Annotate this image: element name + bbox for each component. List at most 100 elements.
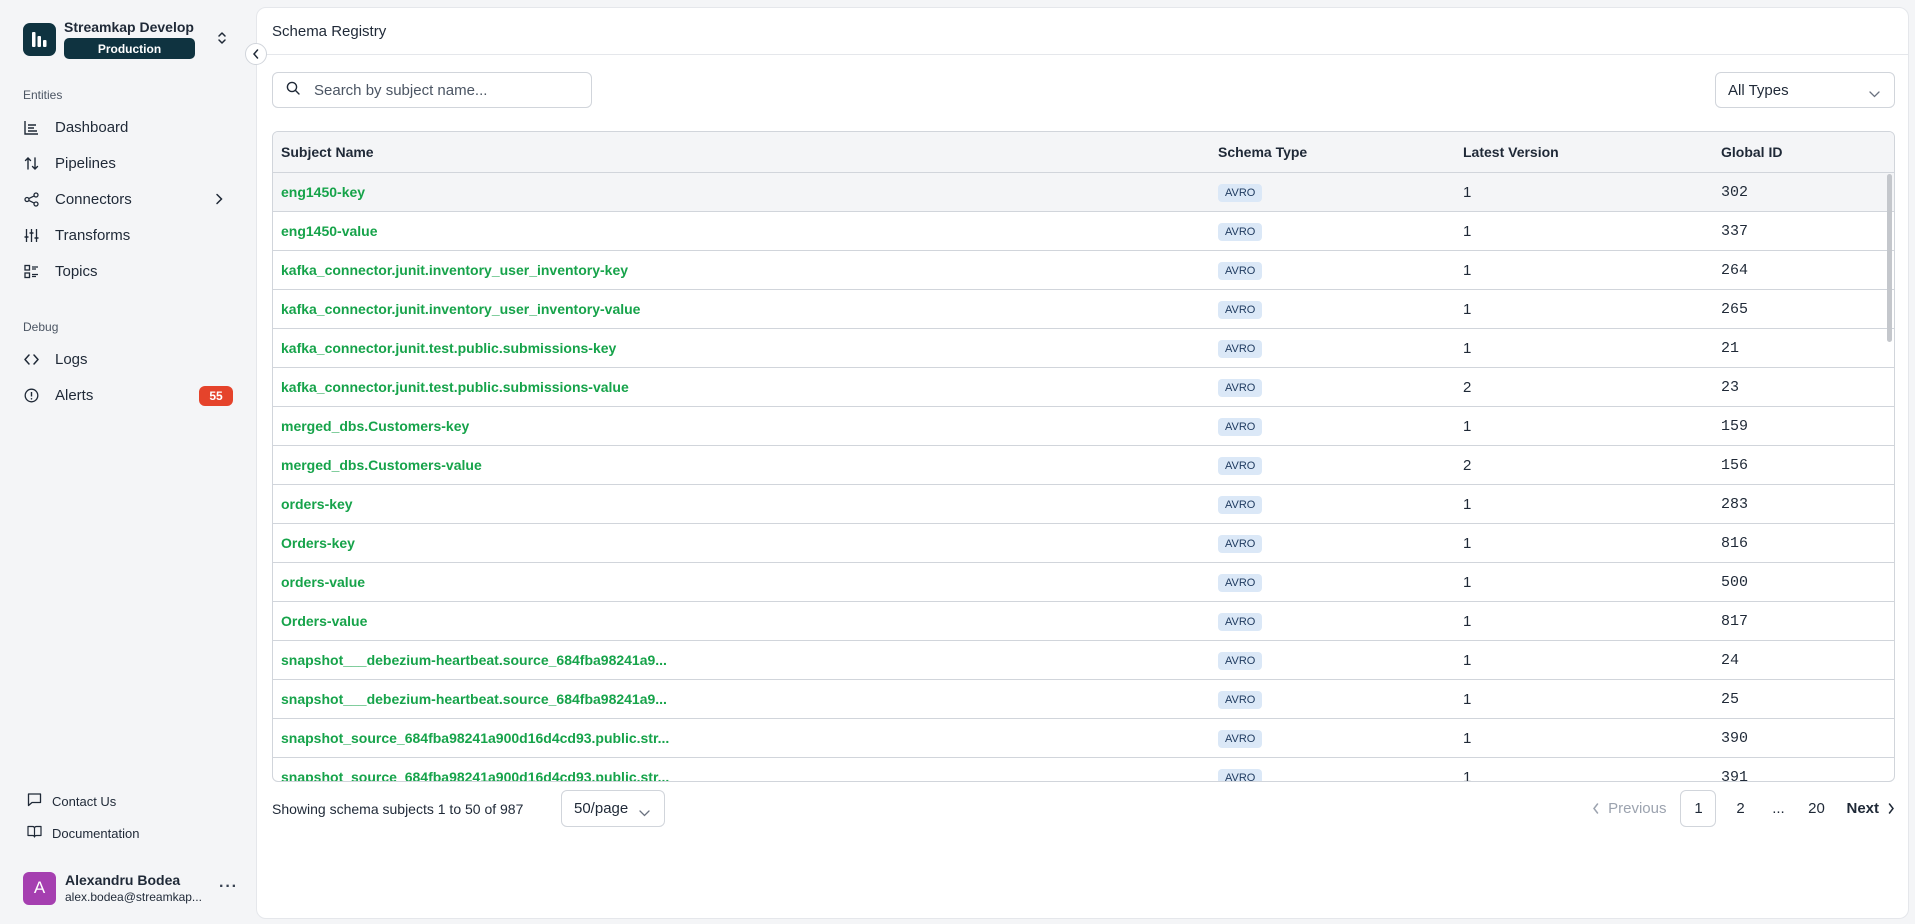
sidebar-item-label: Pipelines — [55, 154, 116, 172]
latest-version-cell: 1 — [1463, 534, 1472, 552]
per-page-select[interactable]: 50/page — [561, 790, 665, 827]
next-page-button[interactable]: Next — [1846, 790, 1895, 827]
chevron-left-icon — [1593, 803, 1599, 814]
more-icon[interactable]: ··· — [219, 878, 238, 896]
global-id-cell: 337 — [1721, 222, 1749, 240]
schema-type-badge: AVRO — [1218, 534, 1263, 553]
subject-name-link[interactable]: Orders-key — [281, 535, 355, 551]
sidebar-item-label: Transforms — [55, 226, 131, 244]
global-id-cell: 25 — [1721, 690, 1740, 708]
search-box[interactable] — [272, 72, 592, 108]
contact-us-link[interactable]: Contact Us — [27, 792, 116, 810]
subject-name-link[interactable]: orders-value — [281, 574, 365, 590]
sidebar-item-pipelines[interactable]: Pipelines — [23, 148, 233, 178]
table-row[interactable]: merged_dbs.Customers-key AVRO 1 159 — [273, 407, 1894, 446]
global-id-cell: 159 — [1721, 417, 1749, 435]
subject-name-link[interactable]: snapshot___debezium-heartbeat.source_684… — [281, 691, 667, 707]
chevron-down-icon — [1869, 85, 1880, 102]
schema-type-badge: AVRO — [1218, 495, 1263, 514]
page-ellipsis: ... — [1772, 800, 1785, 817]
schema-type-badge: AVRO — [1218, 183, 1263, 202]
sidebar-item-dashboard[interactable]: Dashboard — [23, 112, 233, 142]
latest-version-cell: 1 — [1463, 417, 1472, 435]
alerts-count-badge: 55 — [199, 386, 233, 406]
table-row[interactable]: kafka_connector.junit.test.public.submis… — [273, 368, 1894, 407]
schema-type-badge: AVRO — [1218, 222, 1263, 241]
table-row[interactable]: kafka_connector.junit.test.public.submis… — [273, 329, 1894, 368]
latest-version-cell: 1 — [1463, 300, 1472, 318]
latest-version-cell: 2 — [1463, 378, 1472, 396]
page-button-1[interactable]: 1 — [1680, 790, 1717, 827]
subject-name-link[interactable]: kafka_connector.junit.inventory_user_inv… — [281, 262, 628, 278]
arrows-updown-icon — [23, 155, 39, 171]
subject-name-link[interactable]: merged_dbs.Customers-key — [281, 418, 469, 434]
subject-name-link[interactable]: snapshot_source_684fba98241a900d16d4cd93… — [281, 730, 669, 746]
global-id-cell: 302 — [1721, 183, 1749, 201]
column-header-latest-version[interactable]: Latest Version — [1463, 144, 1721, 160]
column-header-schema-type[interactable]: Schema Type — [1218, 144, 1463, 160]
latest-version-cell: 1 — [1463, 222, 1472, 240]
table-row[interactable]: Orders-key AVRO 1 816 — [273, 524, 1894, 563]
pagination-bar: Showing schema subjects 1 to 50 of 987 5… — [272, 790, 1895, 828]
table-row[interactable]: Orders-value AVRO 1 817 — [273, 602, 1894, 641]
global-id-cell: 816 — [1721, 534, 1749, 552]
sidebar-item-label: Topics — [55, 262, 98, 280]
documentation-link[interactable]: Documentation — [27, 824, 139, 842]
subject-name-link[interactable]: kafka_connector.junit.test.public.submis… — [281, 379, 629, 395]
subject-name-link[interactable]: snapshot___debezium-heartbeat.source_684… — [281, 652, 667, 668]
alert-circle-icon — [23, 387, 39, 403]
sidebar: Streamkap Develop Production Entities Da… — [0, 0, 256, 924]
subject-name-link[interactable]: Orders-value — [281, 613, 367, 629]
table-scrollbar[interactable] — [1887, 174, 1892, 342]
previous-page-button[interactable]: Previous — [1592, 790, 1666, 827]
table-row[interactable]: merged_dbs.Customers-value AVRO 2 156 — [273, 446, 1894, 485]
sidebar-item-label: Dashboard — [55, 118, 129, 136]
chevron-right-icon[interactable] — [215, 192, 223, 209]
column-header-global-id[interactable]: Global ID — [1721, 144, 1894, 160]
page-button-2[interactable]: 2 — [1722, 790, 1758, 827]
subject-name-link[interactable]: kafka_connector.junit.inventory_user_inv… — [281, 301, 640, 317]
chevron-updown-icon[interactable] — [216, 30, 228, 51]
user-email: alex.bodea@streamkap... — [65, 889, 202, 904]
chevron-down-icon — [639, 804, 650, 821]
latest-version-cell: 1 — [1463, 690, 1472, 708]
main-panel: Schema Registry All Types Subject Name S… — [256, 7, 1909, 919]
schema-type-badge: AVRO — [1218, 729, 1263, 748]
org-switcher[interactable]: Streamkap Develop Production — [23, 19, 243, 59]
per-page-value: 50/page — [574, 800, 629, 817]
sidebar-item-label: Logs — [55, 350, 88, 368]
user-menu[interactable]: A Alexandru Bodea alex.bodea@streamkap..… — [23, 870, 238, 906]
sidebar-item-transforms[interactable]: Transforms — [23, 220, 233, 250]
latest-version-cell: 1 — [1463, 768, 1472, 782]
table-row[interactable]: kafka_connector.junit.inventory_user_inv… — [273, 251, 1894, 290]
pager: Previous 1 2 ... 20 Next — [1592, 790, 1895, 827]
sidebar-item-logs[interactable]: Logs — [23, 344, 233, 374]
subject-name-link[interactable]: merged_dbs.Customers-value — [281, 457, 482, 473]
collapse-sidebar-button[interactable] — [245, 43, 267, 65]
global-id-cell: 264 — [1721, 261, 1749, 279]
table-row[interactable]: snapshot___debezium-heartbeat.source_684… — [273, 680, 1894, 719]
subject-name-link[interactable]: kafka_connector.junit.test.public.submis… — [281, 340, 616, 356]
sidebar-item-topics[interactable]: Topics — [23, 256, 233, 286]
table-row[interactable]: kafka_connector.junit.inventory_user_inv… — [273, 290, 1894, 329]
table-row[interactable]: eng1450-key AVRO 1 302 — [273, 173, 1894, 212]
schema-type-badge: AVRO — [1218, 456, 1263, 475]
table-row[interactable]: snapshot_source_684fba98241a900d16d4cd93… — [273, 719, 1894, 758]
table-row[interactable]: eng1450-value AVRO 1 337 — [273, 212, 1894, 251]
subject-name-link[interactable]: eng1450-key — [281, 184, 365, 200]
org-name: Streamkap Develop — [64, 19, 194, 35]
search-input[interactable] — [314, 81, 574, 99]
table-row[interactable]: orders-key AVRO 1 283 — [273, 485, 1894, 524]
schema-type-select[interactable]: All Types — [1715, 72, 1895, 108]
table-row[interactable]: snapshot_source_684fba98241a900d16d4cd93… — [273, 758, 1894, 782]
latest-version-cell: 1 — [1463, 495, 1472, 513]
subject-name-link[interactable]: snapshot_source_684fba98241a900d16d4cd93… — [281, 769, 669, 782]
subject-name-link[interactable]: eng1450-value — [281, 223, 378, 239]
sidebar-item-connectors[interactable]: Connectors — [23, 184, 233, 214]
column-header-subject-name[interactable]: Subject Name — [273, 144, 1218, 160]
subject-name-link[interactable]: orders-key — [281, 496, 353, 512]
table-row[interactable]: snapshot___debezium-heartbeat.source_684… — [273, 641, 1894, 680]
page-button-20[interactable]: 20 — [1798, 790, 1834, 827]
sidebar-item-alerts[interactable]: Alerts 55 — [23, 380, 233, 410]
table-row[interactable]: orders-value AVRO 1 500 — [273, 563, 1894, 602]
